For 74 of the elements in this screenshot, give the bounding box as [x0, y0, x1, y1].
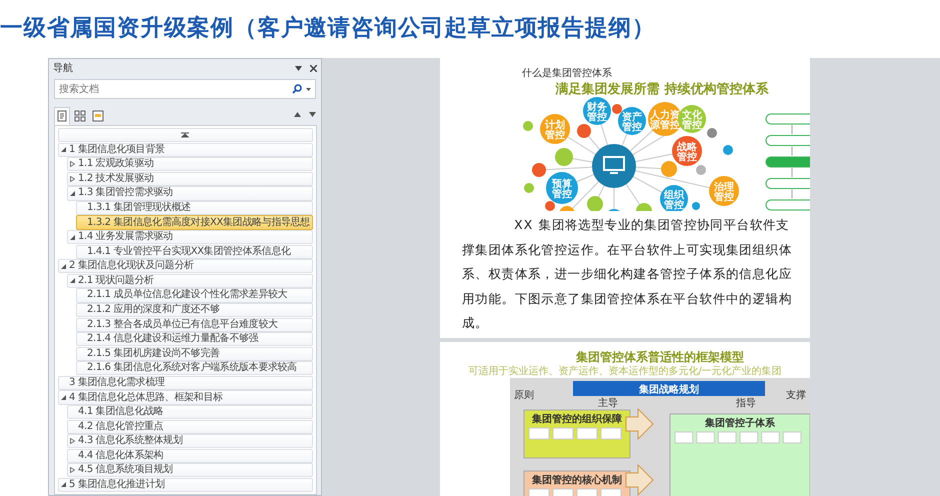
topic-bubble: 战略管控: [672, 136, 702, 166]
strategy-bar: 集团战略规划: [573, 381, 765, 396]
diagram-label: 主导: [598, 398, 618, 409]
outline-item[interactable]: 2.1.3 整合各成员单位已有信息平台难度较大: [76, 318, 313, 332]
outline-item[interactable]: 1.4.1 专业管控平台实现XX集团管控体系信息化: [76, 244, 313, 259]
next-icon[interactable]: [309, 112, 316, 117]
expand-icon[interactable]: [70, 438, 75, 444]
collapse-all-icon: [181, 132, 190, 138]
outline-item[interactable]: 1.3.1 集团管理现状概述: [76, 200, 313, 216]
outline-item[interactable]: 4.4 信息化体系架构: [67, 448, 313, 463]
pages-icon: [74, 110, 86, 122]
diagram-title: 集团管控体系普适性的框架模型: [576, 350, 744, 364]
topic-bubble: 组织管控: [660, 185, 688, 211]
collapse-icon[interactable]: [70, 278, 75, 284]
outline-item[interactable]: 1 集团信息化项目背景: [58, 142, 313, 157]
dropdown-icon[interactable]: [295, 66, 302, 70]
topic-bubble: 文化管控: [678, 105, 706, 133]
outline-item[interactable]: 2.1.2 应用的深度和广度还不够: [76, 302, 313, 318]
diagram-label: 指导: [736, 398, 756, 409]
diagram-title: 满足集团发展所需 持续优构管控体系: [556, 82, 768, 97]
outline-item[interactable]: 4 集团信息化总体思路、框架和目标: [58, 390, 313, 405]
diagram-panel: 集团管控子体系: [670, 414, 810, 496]
outline-item[interactable]: 2.1.1 成员单位信息化建设个性化需求差异较大: [76, 288, 313, 303]
paragraph: XX 集团将选型专业的集团管控协同平台软件支撑集团体系化管控运作。在平台软件上可实现集团组织体系、权责体系，进一步细化构建各管控子体系的信息化应用功能。下图示意了集团管控体系在平台软件中的逻辑构成。: [462, 216, 793, 332]
outline-item[interactable]: 4.3 信息化系统整体规划: [67, 434, 313, 448]
page-title: 一级省属国资升级案例（客户邀请咨询公司起草立项报告提纲）: [0, 14, 656, 44]
headings-icon: [56, 110, 68, 122]
collapse-icon[interactable]: [61, 395, 66, 400]
collapse-icon[interactable]: [61, 482, 66, 488]
outline-item[interactable]: 2.1.4 信息化建设和运维力量配备不够强: [76, 332, 313, 346]
chevron-arrow: [626, 464, 654, 496]
close-icon[interactable]: [310, 64, 317, 72]
topic-bubble: 人力资源管控: [648, 102, 682, 136]
collapse-icon[interactable]: [61, 147, 66, 152]
outline-item[interactable]: 1.2 技术发展驱动: [67, 172, 313, 186]
pane-title: 导航: [53, 62, 73, 76]
outline-item[interactable]: 4.2 信息化管控重点: [67, 420, 313, 434]
collapse-icon[interactable]: [70, 190, 75, 196]
previous-icon[interactable]: [294, 112, 301, 117]
diagram-panel: 集团管控的组织保障: [524, 410, 630, 458]
diagram-label: 支撑: [786, 390, 806, 401]
outline-item[interactable]: 2 集团信息化现状及问题分析: [58, 259, 313, 274]
monitor-hub-icon: [592, 144, 636, 188]
topic-bubble: 治理管控: [709, 176, 739, 206]
diagram-panel: 集团管控的核心机制: [524, 470, 630, 496]
outline-item[interactable]: 4.5 信息系统项目规划: [67, 463, 313, 478]
chevron-arrow: [626, 408, 654, 440]
outline-item[interactable]: 1.1 宏观政策驱动: [67, 157, 313, 172]
topic-bubble: 资产管控: [618, 107, 646, 135]
outline-item[interactable]: 1.4 业务发展需求驱动: [67, 230, 313, 244]
results-icon: [92, 110, 104, 122]
expand-icon[interactable]: [70, 467, 75, 474]
expand-icon[interactable]: [70, 161, 75, 168]
topic-bubble: 财务管控: [583, 97, 611, 125]
diagram-subtitle: 可适用于实业运作、资产运作、资本运作型的多元化/一元化产业的集团: [468, 366, 782, 377]
caption: 什么是集团管控体系: [522, 66, 613, 81]
topic-bubble: 计划管控: [540, 114, 570, 144]
outline-item[interactable]: 1.3 集团管控需求驱动: [67, 186, 313, 200]
topic-bubble: 预算管控: [546, 172, 578, 204]
search-icon[interactable]: [292, 84, 302, 94]
search-field[interactable]: 搜索文档: [54, 79, 316, 99]
outline-item[interactable]: 1.3.2 集团信息化需高度对接XX集团战略与指导思想: [76, 215, 313, 230]
outline-item[interactable]: 4.1 集团信息化战略: [67, 404, 313, 420]
collapse-icon[interactable]: [61, 264, 66, 269]
view-tab[interactable]: [54, 107, 70, 125]
outline-item[interactable]: 2.1.6 集团信息化系统对客户端系统版本要求较高: [76, 361, 313, 376]
expand-icon[interactable]: [70, 176, 75, 182]
outline-item[interactable]: 5 集团信息化推进计划: [58, 478, 313, 492]
caret-icon[interactable]: [306, 88, 311, 90]
diagram-label: 原则: [514, 390, 534, 401]
outline-item[interactable]: 3 集团信息化需求梳理: [58, 376, 313, 390]
collapse-icon[interactable]: [70, 234, 75, 240]
outline-item[interactable]: 2.1 现状问题分析: [67, 274, 313, 288]
outline-item[interactable]: 2.1.5 集团机房建设尚不够完善: [76, 346, 313, 361]
